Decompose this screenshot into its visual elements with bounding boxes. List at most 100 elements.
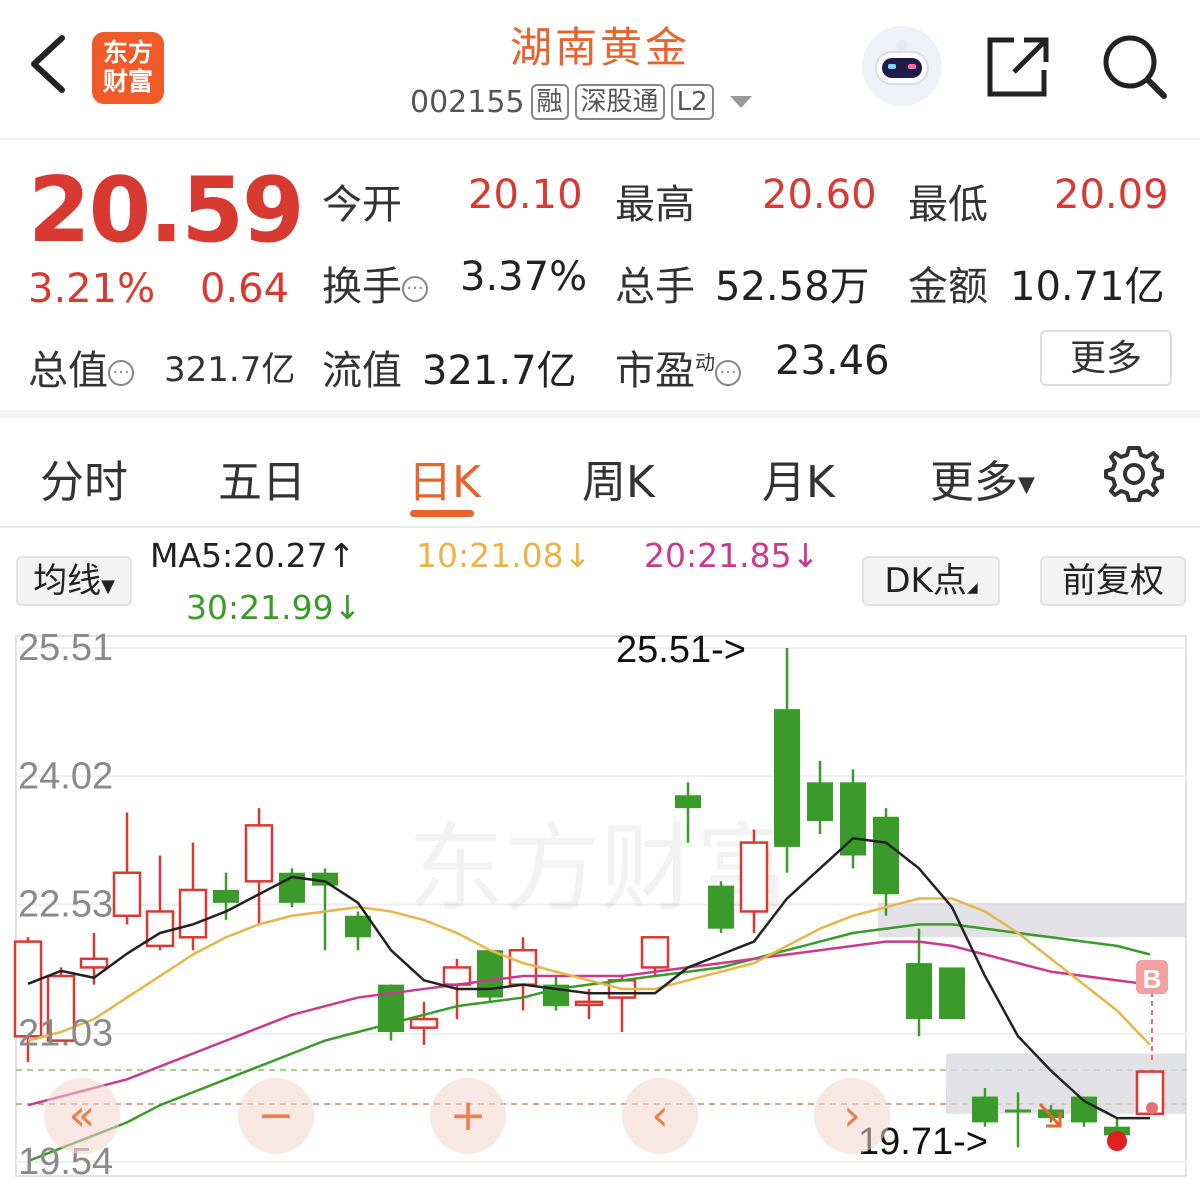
tab-daily-k[interactable]: 日K bbox=[408, 446, 481, 510]
nav-button-icon: « bbox=[69, 1090, 96, 1141]
y-tick-label: 25.51 bbox=[18, 632, 113, 669]
candle-body bbox=[840, 782, 866, 856]
resistance-zone bbox=[878, 902, 1186, 938]
divider bbox=[0, 138, 1200, 140]
candle-body bbox=[409, 1017, 439, 1029]
candle-body bbox=[213, 889, 239, 903]
signal-dot bbox=[1146, 1102, 1158, 1114]
y-tick-label: 24.02 bbox=[18, 755, 113, 797]
change-amount: 0.64 bbox=[200, 266, 290, 312]
candle-body bbox=[873, 816, 899, 895]
ma20-value: 20:21.85↓ bbox=[644, 536, 820, 575]
candle-body bbox=[442, 966, 472, 986]
ma10-value: 10:21.08↓ bbox=[416, 536, 592, 575]
next-button[interactable]: › bbox=[814, 1078, 890, 1154]
candle-body bbox=[774, 709, 800, 847]
ma30-value: 30:21.99↓ bbox=[186, 588, 362, 627]
candle-body bbox=[640, 936, 670, 969]
candle-body bbox=[574, 1000, 604, 1007]
share-icon[interactable] bbox=[984, 32, 1054, 102]
candle-body bbox=[675, 795, 701, 809]
stock-code-row[interactable]: 002155 融 深股通 L2 bbox=[410, 84, 752, 120]
prev-button[interactable]: ‹ bbox=[622, 1078, 698, 1154]
candle-body bbox=[244, 824, 274, 883]
tab-monthly-k[interactable]: 月K bbox=[762, 446, 835, 510]
margin-tag: 融 bbox=[530, 84, 569, 120]
y-tick-label: 21.03 bbox=[18, 1013, 113, 1055]
volume-label: 总手 bbox=[615, 264, 695, 310]
caret-down-icon: ▼ bbox=[1018, 472, 1035, 498]
connect-tag: 深股通 bbox=[574, 84, 665, 120]
candle-body bbox=[1005, 1109, 1031, 1113]
candle-body bbox=[178, 888, 208, 939]
rewind-button[interactable]: « bbox=[44, 1078, 120, 1154]
corner-arrow-icon: ◢ bbox=[966, 580, 978, 596]
low-label: 最低 bbox=[908, 182, 988, 228]
candle-body bbox=[739, 841, 769, 913]
volume-value: 52.58万 bbox=[715, 264, 870, 310]
chart-nav-buttons[interactable]: « − + ‹ › bbox=[44, 1078, 890, 1154]
nav-button-icon: ‹ bbox=[651, 1090, 669, 1141]
divider bbox=[0, 526, 1200, 528]
amount-label: 金额 bbox=[908, 264, 988, 310]
ma5-value: MA5:20.27↑ bbox=[150, 536, 356, 575]
pe-label[interactable]: 市盈动 ··· bbox=[615, 338, 741, 396]
candle-body bbox=[708, 885, 734, 929]
open-value: 20.10 bbox=[468, 172, 583, 218]
nav-button-icon: › bbox=[843, 1090, 861, 1141]
turnover-label[interactable]: 换手 ··· bbox=[322, 254, 428, 312]
candle-body bbox=[508, 948, 538, 986]
market-cap-label[interactable]: 总值 ··· bbox=[28, 338, 134, 396]
nav-button-icon: + bbox=[450, 1090, 487, 1141]
tab-weekly-k[interactable]: 周K bbox=[582, 446, 655, 510]
candle-body bbox=[145, 910, 175, 948]
watermark: 东方财富 bbox=[408, 816, 792, 923]
change-percent: 3.21% bbox=[28, 266, 156, 312]
zoom-in-button[interactable]: + bbox=[430, 1078, 506, 1154]
nav-button-icon: − bbox=[258, 1090, 295, 1141]
market-cap-value: 321.7亿 bbox=[164, 350, 296, 390]
tab-intraday[interactable]: 分时 bbox=[40, 446, 128, 510]
tab-more[interactable]: 更多▼ bbox=[930, 446, 1035, 510]
float-cap-value: 321.7亿 bbox=[422, 348, 577, 394]
candle-body bbox=[345, 915, 371, 938]
amount-value: 10.71亿 bbox=[1010, 264, 1165, 310]
pe-value: 23.46 bbox=[775, 338, 890, 384]
candle-body bbox=[807, 782, 833, 822]
float-cap-label: 流值 bbox=[322, 348, 402, 394]
candle-body bbox=[477, 950, 503, 998]
candle-body bbox=[906, 963, 932, 1020]
search-icon[interactable] bbox=[1100, 32, 1170, 102]
chevron-down-icon[interactable] bbox=[729, 96, 752, 108]
y-tick-label: 22.53 bbox=[18, 884, 113, 926]
buy-signal-label: B bbox=[1143, 964, 1162, 994]
more-quote-button[interactable]: 更多 bbox=[1040, 330, 1172, 386]
open-label: 今开 bbox=[322, 182, 402, 228]
zoom-out-button[interactable]: − bbox=[238, 1078, 314, 1154]
max-price-marker: 25.51-> bbox=[616, 632, 746, 671]
info-icon[interactable]: ··· bbox=[402, 276, 428, 302]
ma-select[interactable]: 均线▼ bbox=[16, 556, 132, 606]
candle-body bbox=[79, 957, 109, 969]
tab-five-day[interactable]: 五日 bbox=[218, 446, 306, 510]
high-value: 20.60 bbox=[762, 172, 877, 218]
gear-icon[interactable] bbox=[1104, 444, 1164, 504]
kline-chart[interactable]: 东方财富 25.5124.0222.5321.0319.54 25.51->19… bbox=[0, 632, 1200, 1180]
l2-tag: L2 bbox=[670, 84, 714, 120]
high-label: 最高 bbox=[615, 182, 695, 228]
low-value: 20.09 bbox=[1054, 172, 1169, 218]
info-icon[interactable]: ··· bbox=[715, 360, 741, 386]
section-divider bbox=[0, 410, 1200, 418]
stock-code: 002155 bbox=[410, 84, 525, 120]
adjust-price-button[interactable]: 前复权 bbox=[1040, 556, 1186, 606]
assistant-robot-icon[interactable] bbox=[862, 26, 942, 106]
info-icon[interactable]: ··· bbox=[108, 360, 134, 386]
current-price: 20.59 bbox=[28, 158, 305, 263]
candle-body bbox=[972, 1096, 998, 1123]
signal-dot bbox=[1107, 1131, 1127, 1151]
turnover-value: 3.37% bbox=[460, 254, 588, 300]
candle-body bbox=[939, 967, 965, 1020]
dk-point-button[interactable]: DK点◢ bbox=[862, 556, 1000, 606]
active-tab-indicator bbox=[410, 510, 474, 517]
candle-body bbox=[112, 871, 142, 918]
